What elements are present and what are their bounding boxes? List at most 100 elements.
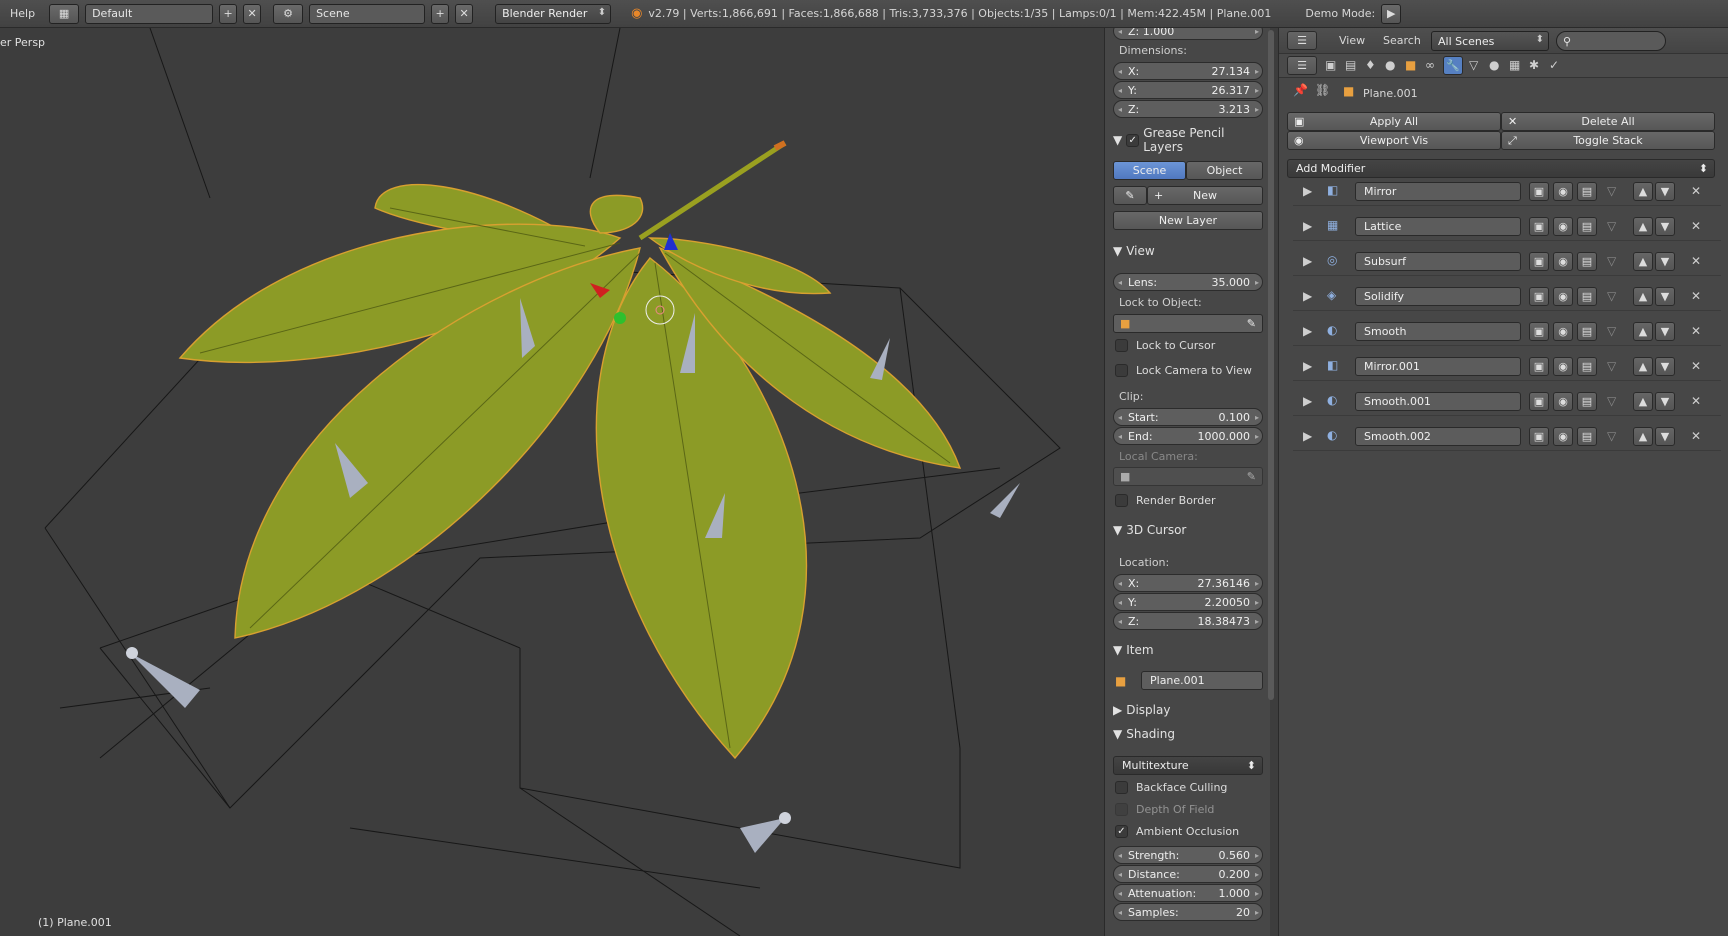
render-layers-tab-icon[interactable]: ▤ bbox=[1345, 58, 1356, 72]
expand-arrow-icon[interactable]: ▶ bbox=[1303, 254, 1312, 268]
shading-header[interactable]: ▼ Shading bbox=[1113, 724, 1263, 744]
close-icon[interactable]: ✕ bbox=[1691, 359, 1701, 373]
move-up-icon[interactable]: ▲ bbox=[1633, 217, 1653, 236]
expand-arrow-icon[interactable]: ▶ bbox=[1303, 289, 1312, 303]
render-toggle-icon[interactable]: ▣ bbox=[1529, 252, 1549, 271]
close-icon[interactable]: ✕ bbox=[1691, 429, 1701, 443]
edit-mode-icon[interactable]: ▤ bbox=[1577, 357, 1597, 376]
scene-tab-icon[interactable]: ♦ bbox=[1365, 58, 1376, 72]
move-down-icon[interactable]: ▼ bbox=[1655, 322, 1675, 341]
close-layout-icon[interactable]: ✕ bbox=[243, 3, 262, 24]
cage-icon[interactable]: ▽ bbox=[1607, 359, 1616, 373]
move-up-icon[interactable]: ▲ bbox=[1633, 357, 1653, 376]
screen-layout-icon[interactable]: ▦ bbox=[49, 3, 80, 24]
close-icon[interactable]: ✕ bbox=[1691, 184, 1701, 198]
render-engine-select[interactable]: Blender Render bbox=[495, 3, 612, 24]
ao-distance-field[interactable]: Distance:0.200 bbox=[1113, 865, 1263, 883]
delete-all-button[interactable]: ✕ Delete All bbox=[1501, 112, 1715, 131]
grease-pencil-checkbox[interactable]: ✓ bbox=[1126, 133, 1140, 147]
ao-strength-field[interactable]: Strength:0.560 bbox=[1113, 846, 1263, 864]
ao-checkbox[interactable]: ✓ bbox=[1115, 825, 1128, 838]
data-tab-icon[interactable]: ▽ bbox=[1469, 58, 1478, 72]
eye-icon[interactable]: ◉ bbox=[1553, 322, 1573, 341]
close-icon[interactable]: ✕ bbox=[1691, 254, 1701, 268]
close-icon[interactable]: ✕ bbox=[1691, 394, 1701, 408]
render-border-toggle[interactable]: Render Border bbox=[1115, 494, 1216, 507]
item-header[interactable]: ▼ Item bbox=[1113, 640, 1263, 660]
expand-arrow-icon[interactable]: ▶ bbox=[1303, 184, 1312, 198]
display-header[interactable]: ▶ Display bbox=[1113, 700, 1263, 720]
move-up-icon[interactable]: ▲ bbox=[1633, 252, 1653, 271]
edit-mode-icon[interactable]: ▤ bbox=[1577, 287, 1597, 306]
edit-mode-icon[interactable]: ▤ bbox=[1577, 427, 1597, 446]
close-icon[interactable]: ✕ bbox=[1691, 219, 1701, 233]
eye-icon[interactable]: ◉ bbox=[1553, 357, 1573, 376]
dim-z-top-field[interactable]: Z: 1.000 bbox=[1113, 28, 1263, 40]
dimension-x-field[interactable]: X:27.134 bbox=[1113, 62, 1263, 80]
cursor-z-field[interactable]: Z:18.38473 bbox=[1113, 612, 1263, 630]
move-up-icon[interactable]: ▲ bbox=[1633, 182, 1653, 201]
move-down-icon[interactable]: ▼ bbox=[1655, 217, 1675, 236]
move-down-icon[interactable]: ▼ bbox=[1655, 357, 1675, 376]
constraints-tab-icon[interactable]: ∞ bbox=[1425, 58, 1435, 72]
view-menu[interactable]: View bbox=[1339, 34, 1365, 47]
cage-icon[interactable]: ▽ bbox=[1607, 254, 1616, 268]
scene-field[interactable]: Scene bbox=[309, 3, 426, 24]
modifier-name-field[interactable]: Smooth bbox=[1355, 322, 1521, 341]
gp-object-tab[interactable]: Object bbox=[1186, 161, 1263, 180]
render-toggle-icon[interactable]: ▣ bbox=[1529, 217, 1549, 236]
cage-icon[interactable]: ▽ bbox=[1607, 324, 1616, 338]
modifier-name-field[interactable]: Subsurf bbox=[1355, 252, 1521, 271]
edit-mode-icon[interactable]: ▤ bbox=[1577, 217, 1597, 236]
layout-field[interactable]: Default bbox=[85, 3, 214, 24]
render-toggle-icon[interactable]: ▣ bbox=[1529, 182, 1549, 201]
expand-arrow-icon[interactable]: ▶ bbox=[1303, 324, 1312, 338]
dimension-z-field[interactable]: Z:3.213 bbox=[1113, 100, 1263, 118]
cage-icon[interactable]: ▽ bbox=[1607, 219, 1616, 233]
cursor-x-field[interactable]: X:27.36146 bbox=[1113, 574, 1263, 592]
lock-camera-checkbox[interactable] bbox=[1115, 364, 1128, 377]
render-tab-icon[interactable]: ▣ bbox=[1325, 58, 1336, 72]
material-tab-icon[interactable]: ● bbox=[1489, 58, 1499, 72]
new-layer-button[interactable]: New Layer bbox=[1113, 211, 1263, 230]
close-icon[interactable]: ✕ bbox=[1691, 324, 1701, 338]
ao-samples-field[interactable]: Samples:20 bbox=[1113, 903, 1263, 921]
modifier-name-field[interactable]: Lattice bbox=[1355, 217, 1521, 236]
close-icon[interactable]: ✕ bbox=[1691, 289, 1701, 303]
expand-arrow-icon[interactable]: ▶ bbox=[1303, 394, 1312, 408]
lens-field[interactable]: Lens:35.000 bbox=[1113, 273, 1263, 291]
properties-type-icon[interactable]: ☰ bbox=[1287, 56, 1317, 75]
cage-icon[interactable]: ▽ bbox=[1607, 394, 1616, 408]
search-menu[interactable]: Search bbox=[1383, 34, 1421, 47]
eye-icon[interactable]: ◉ bbox=[1553, 287, 1573, 306]
edit-mode-icon[interactable]: ▤ bbox=[1577, 252, 1597, 271]
move-down-icon[interactable]: ▼ bbox=[1655, 392, 1675, 411]
edit-mode-icon[interactable]: ▤ bbox=[1577, 392, 1597, 411]
pencil-icon[interactable]: ✎ bbox=[1113, 186, 1147, 205]
move-up-icon[interactable]: ▲ bbox=[1633, 322, 1653, 341]
move-down-icon[interactable]: ▼ bbox=[1655, 287, 1675, 306]
viewport-vis-button[interactable]: ◉ Viewport Vis bbox=[1287, 131, 1501, 150]
render-toggle-icon[interactable]: ▣ bbox=[1529, 287, 1549, 306]
expand-arrow-icon[interactable]: ▶ bbox=[1303, 359, 1312, 373]
play-icon[interactable]: ▶ bbox=[1381, 3, 1402, 24]
modifiers-tab-icon[interactable]: 🔧 bbox=[1443, 56, 1463, 75]
search-input[interactable]: ⚲ bbox=[1556, 31, 1666, 51]
eye-icon[interactable]: ◉ bbox=[1553, 392, 1573, 411]
backface-culling-toggle[interactable]: Backface Culling bbox=[1115, 781, 1227, 794]
expand-arrow-icon[interactable]: ▶ bbox=[1303, 429, 1312, 443]
modifier-name-field[interactable]: Mirror.001 bbox=[1355, 357, 1521, 376]
render-toggle-icon[interactable]: ▣ bbox=[1529, 357, 1549, 376]
modifier-name-field[interactable]: Smooth.001 bbox=[1355, 392, 1521, 411]
render-toggle-icon[interactable]: ▣ bbox=[1529, 392, 1549, 411]
expand-arrow-icon[interactable]: ▶ bbox=[1303, 219, 1312, 233]
edit-mode-icon[interactable]: ▤ bbox=[1577, 182, 1597, 201]
move-up-icon[interactable]: ▲ bbox=[1633, 392, 1653, 411]
modifier-name-field[interactable]: Smooth.002 bbox=[1355, 427, 1521, 446]
cage-icon[interactable]: ▽ bbox=[1607, 429, 1616, 443]
apply-all-button[interactable]: ▣ Apply All bbox=[1287, 112, 1501, 131]
3d-viewport[interactable]: er Persp (1) Plane.001 bbox=[0, 28, 1104, 936]
close-scene-icon[interactable]: ✕ bbox=[455, 3, 474, 24]
lock-to-cursor-checkbox[interactable] bbox=[1115, 339, 1128, 352]
modifier-name-field[interactable]: Mirror bbox=[1355, 182, 1521, 201]
